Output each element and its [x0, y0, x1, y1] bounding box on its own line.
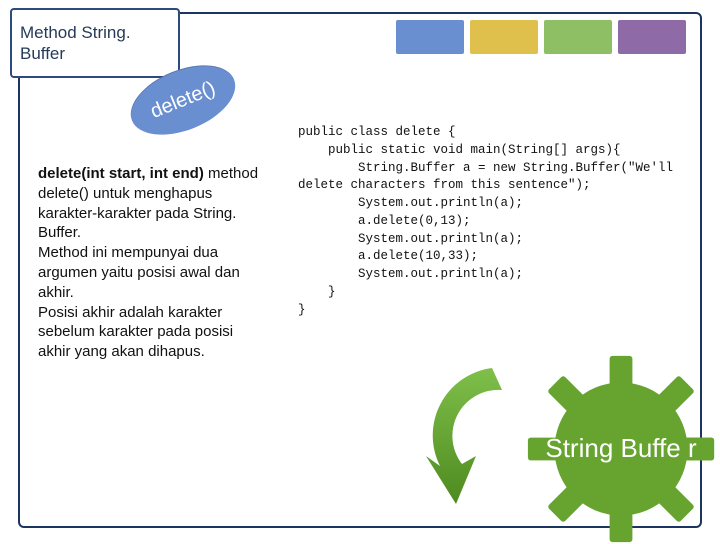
desc-p2: Method ini mempunyai dua argumen yaitu p… — [38, 244, 240, 301]
bubble-label: delete() — [147, 77, 218, 124]
title-card: Method String. Buffer — [10, 8, 180, 78]
description-text: delete(int start, int end) method delete… — [38, 164, 268, 362]
tab-row — [396, 20, 686, 54]
desc-p3: Posisi akhir adalah karakter sebelum kar… — [38, 304, 233, 361]
method-signature: delete(int start, int end) — [38, 165, 204, 182]
tab-purple — [618, 20, 686, 54]
gear-icon — [526, 354, 716, 544]
page-title: Method String. Buffer — [20, 22, 170, 65]
tab-yellow — [470, 20, 538, 54]
code-sample: public class delete { public static void… — [298, 124, 690, 319]
slide-frame: Method String. Buffer delete() delete(in… — [18, 12, 702, 528]
tab-green — [544, 20, 612, 54]
tab-blue — [396, 20, 464, 54]
gear-badge: String Buffe r — [526, 354, 716, 544]
